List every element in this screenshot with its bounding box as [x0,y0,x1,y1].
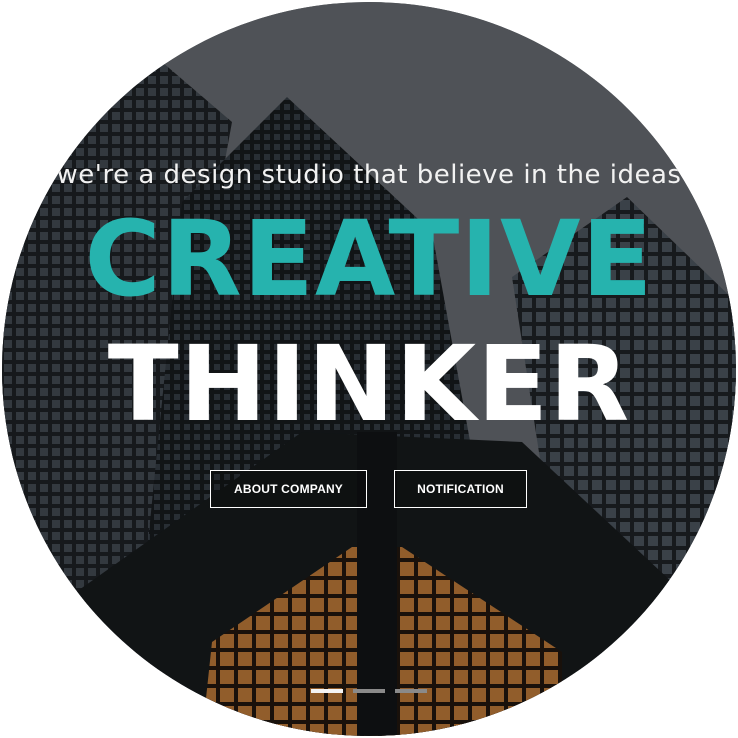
headline-thinker: THINKER [107,323,631,445]
hero-banner: we're a design studio that believe in th… [2,2,736,736]
slider-pagination [2,689,736,693]
headline-creative: CREATIVE [84,198,654,320]
hero-tagline: we're a design studio that believe in th… [56,160,682,190]
notification-button[interactable]: NOTIFICATION [394,470,527,508]
slider-dot-2[interactable] [353,689,385,693]
slider-dot-3[interactable] [395,689,427,693]
slider-dot-1[interactable] [311,689,343,693]
about-company-button[interactable]: ABOUT COMPANY [210,470,367,508]
